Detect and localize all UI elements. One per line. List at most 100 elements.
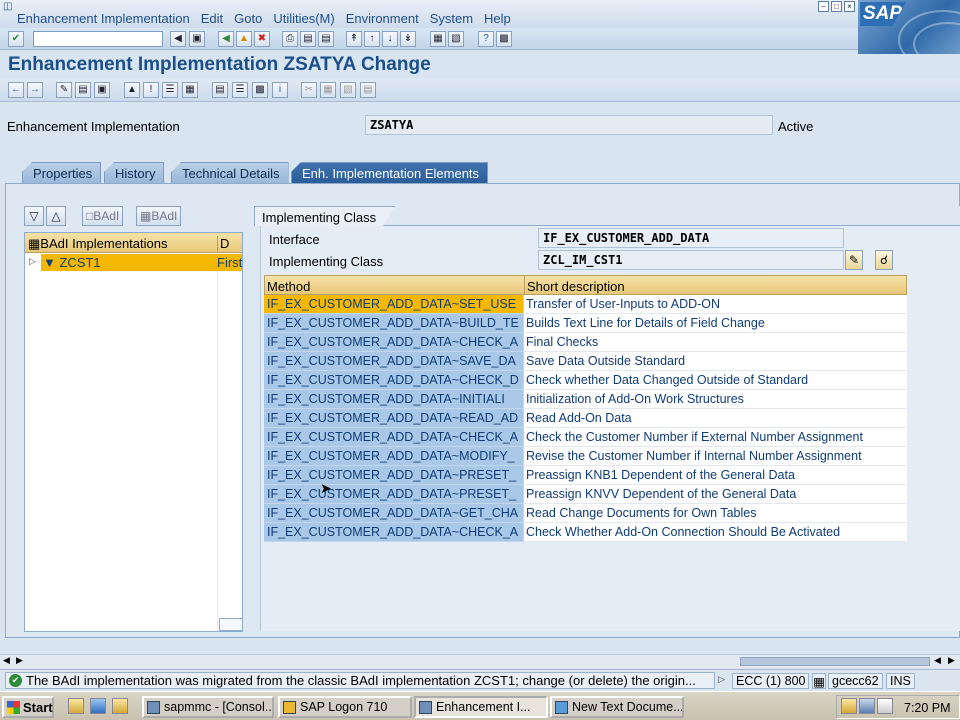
- menu-enhancement-implementation[interactable]: Enhancement Implementation: [17, 11, 190, 26]
- save-icon[interactable]: ▣: [189, 31, 205, 47]
- table-row[interactable]: IF_EX_CUSTOMER_ADD_DATA~INITIALI Initiali…: [264, 390, 907, 409]
- scroll-right-small-icon[interactable]: ▶: [16, 655, 23, 666]
- back-icon[interactable]: ◀: [218, 31, 234, 47]
- task-sapmmc[interactable]: sapmmc - [Consol...: [142, 696, 274, 718]
- insert-mode[interactable]: INS: [886, 673, 915, 689]
- insert-icon[interactable]: ▤: [360, 82, 376, 98]
- expand-icon[interactable]: ▽: [24, 206, 44, 226]
- scroll-left-end-icon[interactable]: ◀: [934, 655, 941, 666]
- table-row[interactable]: IF_EX_CUSTOMER_ADD_DATA~SET_USE Transfer …: [264, 295, 907, 314]
- horizontal-scrollbar[interactable]: ◀ ▶ ◀ ▶: [0, 654, 960, 668]
- method-cell[interactable]: IF_EX_CUSTOMER_ADD_DATA~CHECK_D: [264, 371, 523, 390]
- method-cell[interactable]: IF_EX_CUSTOMER_ADD_DATA~CHECK_A: [264, 523, 523, 542]
- delete-badi-button[interactable]: ▦BAdI: [136, 206, 182, 226]
- method-cell[interactable]: IF_EX_CUSTOMER_ADD_DATA~PRESET_: [264, 485, 523, 504]
- start-button[interactable]: Start: [2, 696, 54, 718]
- print-icon[interactable]: ⎙: [282, 31, 298, 47]
- previous-page-icon[interactable]: ↑: [364, 31, 380, 47]
- task-new-text-document[interactable]: New Text Docume...: [550, 696, 684, 718]
- quicklaunch-desktop-icon[interactable]: [68, 698, 84, 714]
- copy-icon[interactable]: ▦: [320, 82, 336, 98]
- cut-icon[interactable]: ✂: [301, 82, 317, 98]
- table-row[interactable]: IF_EX_CUSTOMER_ADD_DATA~CHECK_A Check the…: [264, 428, 907, 447]
- scroll-right-icon[interactable]: ▶: [948, 655, 955, 666]
- previous-object-icon[interactable]: ←: [8, 82, 24, 98]
- menu-utilities[interactable]: Utilities(M): [273, 11, 334, 26]
- menu-goto[interactable]: Goto: [234, 11, 262, 26]
- edit-pencil-icon[interactable]: ✎: [845, 250, 863, 270]
- navigation-window-icon[interactable]: ▦: [182, 82, 198, 98]
- method-cell[interactable]: IF_EX_CUSTOMER_ADD_DATA~MODIFY_: [264, 447, 523, 466]
- tab-enh-implementation-elements[interactable]: Enh. Implementation Elements: [291, 162, 489, 183]
- display-object-list-icon[interactable]: ▤: [212, 82, 228, 98]
- tree-col-name[interactable]: ▦BAdI Implementations: [28, 236, 167, 252]
- status-message[interactable]: ✔ The BAdI implementation was migrated f…: [5, 672, 715, 689]
- table-row[interactable]: IF_EX_CUSTOMER_ADD_DATA~PRESET_ Preassign…: [264, 466, 907, 485]
- first-page-icon[interactable]: ↟: [346, 31, 362, 47]
- restore-icon[interactable]: □: [831, 1, 842, 12]
- tab-history[interactable]: History: [104, 162, 165, 183]
- tab-technical-details[interactable]: Technical Details: [171, 162, 289, 183]
- task-enhancement-implementation[interactable]: Enhancement I...: [414, 696, 548, 718]
- quicklaunch-folder-icon[interactable]: [112, 698, 128, 714]
- table-row[interactable]: IF_EX_CUSTOMER_ADD_DATA~BUILD_TE Builds T…: [264, 314, 907, 333]
- dropdown-history-icon[interactable]: ◀: [170, 31, 186, 47]
- tray-network-icon[interactable]: [859, 698, 875, 714]
- tree-col-d[interactable]: D: [217, 236, 242, 251]
- check-icon[interactable]: ▣: [94, 82, 110, 98]
- where-used-icon[interactable]: !: [143, 82, 159, 98]
- paste-icon[interactable]: ▧: [340, 82, 356, 98]
- help-icon[interactable]: ?: [478, 31, 494, 47]
- status-expand-icon[interactable]: ▷: [718, 674, 725, 685]
- interface-field[interactable]: IF_EX_CUSTOMER_ADD_DATA: [538, 228, 844, 248]
- method-cell[interactable]: IF_EX_CUSTOMER_ADD_DATA~BUILD_TE: [264, 314, 523, 333]
- method-cell[interactable]: IF_EX_CUSTOMER_ADD_DATA~GET_CHA: [264, 504, 523, 523]
- implementing-class-field[interactable]: ZCL_IM_CST1: [538, 250, 844, 270]
- table-row[interactable]: IF_EX_CUSTOMER_ADD_DATA~CHECK_D Check whe…: [264, 371, 907, 390]
- other-object-icon[interactable]: ▤: [75, 82, 91, 98]
- enter-icon[interactable]: ✔: [8, 31, 24, 47]
- exit-icon[interactable]: ▲: [236, 31, 252, 47]
- shortcut-icon[interactable]: ▧: [448, 31, 464, 47]
- col-short-description[interactable]: Short description: [524, 276, 625, 295]
- create-badi-button[interactable]: □BAdI: [82, 206, 124, 226]
- method-cell[interactable]: IF_EX_CUSTOMER_ADD_DATA~PRESET_: [264, 466, 523, 485]
- menu-edit[interactable]: Edit: [201, 11, 223, 26]
- system-info-icon[interactable]: ▦: [812, 673, 826, 689]
- col-method[interactable]: Method: [267, 279, 310, 294]
- collapse-icon[interactable]: △: [46, 206, 66, 226]
- close-icon[interactable]: ×: [844, 1, 855, 12]
- table-row[interactable]: IF_EX_CUSTOMER_ADD_DATA~SAVE_DA Save Data…: [264, 352, 907, 371]
- layout-menu-icon[interactable]: ▩: [496, 31, 512, 47]
- tray-icon[interactable]: [841, 698, 857, 714]
- next-page-icon[interactable]: ↓: [382, 31, 398, 47]
- table-row[interactable]: IF_EX_CUSTOMER_ADD_DATA~CHECK_A Final Che…: [264, 333, 907, 352]
- display-glasses-icon[interactable]: ☌: [875, 250, 893, 270]
- last-page-icon[interactable]: ↡: [400, 31, 416, 47]
- tree-node-zcst1[interactable]: ▼︎ ZCST1 First: [41, 254, 242, 271]
- object-list-icon[interactable]: ☰: [162, 82, 178, 98]
- scroll-left-icon[interactable]: ◀: [3, 655, 10, 666]
- cancel-icon[interactable]: ✖: [254, 31, 270, 47]
- menu-environment[interactable]: Environment: [346, 11, 419, 26]
- table-row[interactable]: IF_EX_CUSTOMER_ADD_DATA~CHECK_A Check Whe…: [264, 523, 907, 542]
- enhancement-implementation-field[interactable]: ZSATYA: [365, 115, 773, 135]
- find-next-icon[interactable]: ▤: [318, 31, 334, 47]
- menu-help[interactable]: Help: [484, 11, 511, 26]
- system-info[interactable]: ECC (1) 800: [732, 673, 810, 689]
- method-cell[interactable]: IF_EX_CUSTOMER_ADD_DATA~INITIALI: [264, 390, 523, 409]
- activate-icon[interactable]: ▲: [124, 82, 140, 98]
- tree-resize-handle[interactable]: [219, 618, 243, 631]
- method-cell[interactable]: IF_EX_CUSTOMER_ADD_DATA~SET_USE: [264, 295, 523, 314]
- method-cell[interactable]: IF_EX_CUSTOMER_ADD_DATA~CHECK_A: [264, 333, 523, 352]
- method-cell[interactable]: IF_EX_CUSTOMER_ADD_DATA~SAVE_DA: [264, 352, 523, 371]
- task-sap-logon[interactable]: SAP Logon 710: [278, 696, 412, 718]
- quicklaunch-browser-icon[interactable]: [90, 698, 106, 714]
- table-row[interactable]: IF_EX_CUSTOMER_ADD_DATA~READ_AD Read Add-…: [264, 409, 907, 428]
- information-icon[interactable]: i: [272, 82, 288, 98]
- scroll-thumb[interactable]: [740, 657, 930, 666]
- find-icon[interactable]: ▤: [300, 31, 316, 47]
- next-object-icon[interactable]: →: [27, 82, 43, 98]
- documentation-icon[interactable]: ▩: [252, 82, 268, 98]
- method-cell[interactable]: IF_EX_CUSTOMER_ADD_DATA~CHECK_A: [264, 428, 523, 447]
